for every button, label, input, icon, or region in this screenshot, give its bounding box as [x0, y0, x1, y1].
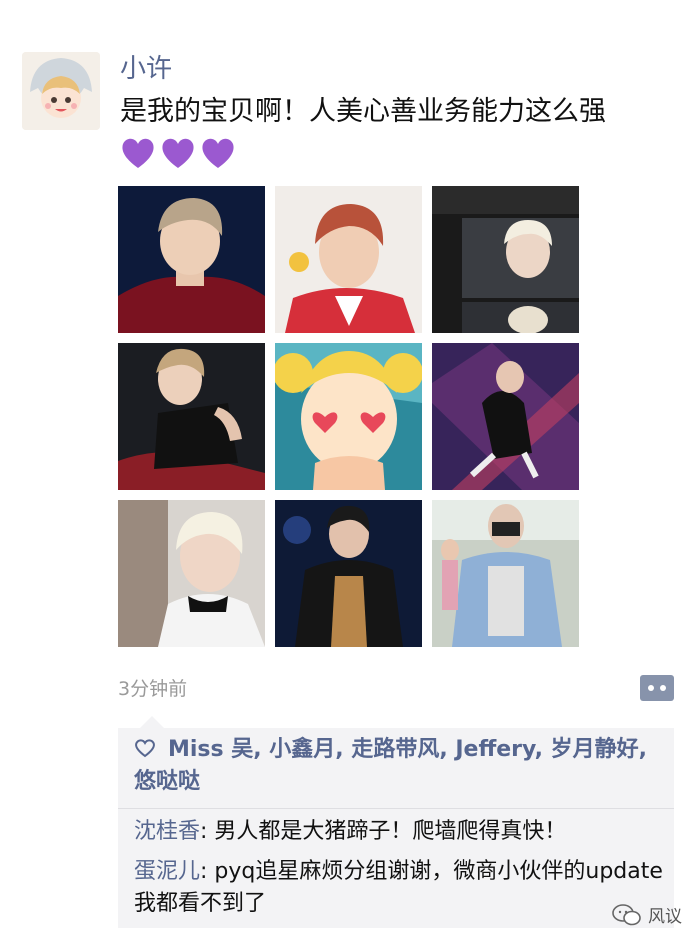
- comment-author[interactable]: 沈桂香: [134, 819, 200, 844]
- post-timestamp: 3分钟前: [118, 678, 188, 700]
- comment-author[interactable]: 蛋泥儿: [134, 859, 200, 884]
- wechat-icon: [612, 903, 641, 925]
- comment-separator: :: [200, 859, 215, 884]
- divider: [118, 808, 674, 809]
- likes-row: Miss 吴, 小鑫月, 走路带风, Jeffery, 岁月静好,悠哒哒: [134, 734, 664, 798]
- photo-thumbnail[interactable]: [118, 186, 265, 333]
- photo-thumbnail[interactable]: [275, 186, 422, 333]
- ellipsis-dot-icon: [648, 685, 654, 691]
- photo-thumbnail[interactable]: [432, 343, 579, 490]
- photo-thumbnail[interactable]: [432, 500, 579, 647]
- purple-heart-icon: [162, 138, 194, 168]
- photo-thumbnail[interactable]: [275, 343, 422, 490]
- comment-text: 男人都是大猪蹄子！爬墙爬得真快！: [214, 819, 567, 844]
- photo-grid: [118, 186, 579, 647]
- comment-section: Miss 吴, 小鑫月, 走路带风, Jeffery, 岁月静好,悠哒哒 沈桂香…: [118, 716, 674, 928]
- comment-item[interactable]: 沈桂香: 男人都是大猪蹄子！爬墙爬得真快！: [134, 816, 664, 848]
- comment-separator: :: [200, 819, 215, 844]
- watermark: 风议: [612, 902, 682, 927]
- comment-action-button[interactable]: [640, 675, 674, 701]
- photo-thumbnail[interactable]: [432, 186, 579, 333]
- post-text: 是我的宝贝啊！人美心善业务能力这么强: [120, 96, 606, 127]
- comment-item[interactable]: 蛋泥儿: pyq追星麻烦分组谢谢，微商小伙伴的update我都看不到了: [134, 856, 664, 920]
- photo-thumbnail[interactable]: [275, 500, 422, 647]
- photo-thumbnail[interactable]: [118, 343, 265, 490]
- purple-heart-icon: [202, 138, 234, 168]
- comment-text: pyq追星麻烦分组谢谢，微商小伙伴的update我都看不到了: [134, 859, 663, 916]
- post-username[interactable]: 小许: [120, 52, 172, 86]
- likes-names[interactable]: Miss 吴, 小鑫月, 走路带风, Jeffery, 岁月静好,悠哒哒: [134, 737, 647, 794]
- heart-emoji-row: [120, 136, 236, 170]
- photo-thumbnail[interactable]: [118, 500, 265, 647]
- heart-outline-icon: [135, 739, 155, 758]
- purple-heart-icon: [122, 138, 154, 168]
- ellipsis-dot-icon: [660, 685, 666, 691]
- avatar[interactable]: [22, 52, 100, 130]
- watermark-text: 风议: [648, 907, 682, 927]
